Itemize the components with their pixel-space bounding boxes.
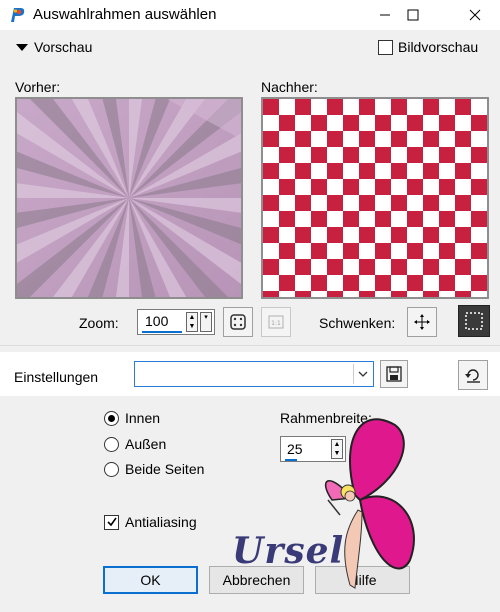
- radio-selected-dot: [108, 414, 115, 422]
- radio-innen-circle[interactable]: [104, 410, 119, 426]
- zoom-dropdown-arrow[interactable]: ▾: [200, 312, 212, 332]
- antialiasing-box[interactable]: [104, 514, 119, 530]
- cancel-button-label: Abbrechen: [222, 572, 291, 588]
- selection-preview-button[interactable]: [458, 305, 490, 337]
- zoom-label: Zoom:: [79, 315, 119, 331]
- checkmark-icon: [106, 517, 117, 527]
- move-icon: [414, 314, 430, 330]
- before-label: Vorher:: [15, 79, 61, 95]
- chevron-down-icon[interactable]: [353, 364, 371, 384]
- ok-button-label: OK: [140, 572, 161, 588]
- ok-button[interactable]: OK: [103, 566, 198, 594]
- fairy-watermark: [300, 400, 430, 605]
- reset-button[interactable]: [458, 360, 488, 390]
- radio-beide-label: Beide Seiten: [125, 461, 205, 477]
- save-preset-button[interactable]: [380, 360, 408, 388]
- zoom-input[interactable]: 100 ▲ ▼ ▾: [137, 309, 215, 335]
- settings-dropdown[interactable]: [134, 361, 374, 387]
- svg-text:1:1: 1:1: [271, 320, 281, 327]
- zoom-value[interactable]: 100: [145, 313, 168, 329]
- radial-gradient-image: [17, 99, 241, 297]
- bildvorschau-box[interactable]: [378, 39, 393, 55]
- signature-watermark: Ursel: [232, 530, 345, 572]
- radio-aussen-label: Außen: [125, 436, 167, 452]
- divider: [0, 345, 500, 346]
- zoom-fit-button[interactable]: [223, 307, 253, 337]
- save-icon: [386, 366, 402, 382]
- antialiasing-checkbox[interactable]: Antialiasing: [104, 514, 197, 530]
- bildvorschau-label: Bildvorschau: [398, 39, 479, 55]
- close-button[interactable]: [452, 0, 498, 30]
- zoom-progress: [142, 331, 182, 333]
- fairy-illustration: [324, 418, 415, 589]
- reset-icon: [465, 369, 480, 383]
- bildvorschau-checkbox[interactable]: Bildvorschau: [378, 39, 478, 55]
- radio-aussen[interactable]: Außen: [104, 436, 166, 452]
- radio-innen[interactable]: Innen: [104, 410, 160, 426]
- marquee-selection-icon: [465, 312, 483, 330]
- maximize-icon: [407, 9, 419, 21]
- radio-beide-seiten[interactable]: Beide Seiten: [104, 461, 204, 477]
- radio-aussen-circle[interactable]: [104, 436, 119, 452]
- pan-button[interactable]: [407, 307, 437, 337]
- maximize-button[interactable]: [390, 0, 436, 30]
- collapse-triangle-icon: [16, 43, 28, 51]
- pan-label: Schwenken:: [319, 315, 396, 331]
- after-label: Nachher:: [261, 79, 318, 95]
- preview-toggle[interactable]: Vorschau: [16, 39, 92, 55]
- app-icon: [8, 6, 26, 24]
- preview-toggle-label: Vorschau: [34, 39, 93, 55]
- actual-size-icon: 1:1: [268, 315, 284, 329]
- antialiasing-label: Antialiasing: [125, 514, 197, 530]
- zoom-spinner[interactable]: ▲ ▼: [186, 312, 198, 332]
- radio-innen-label: Innen: [125, 410, 161, 426]
- fit-window-icon: [230, 314, 246, 330]
- before-preview: [15, 97, 243, 299]
- radio-beide-circle[interactable]: [104, 461, 119, 477]
- checkerboard-image: [263, 99, 487, 297]
- actual-size-button[interactable]: 1:1: [261, 307, 291, 337]
- window-title: Auswahlrahmen auswählen: [33, 6, 217, 23]
- after-preview: [261, 97, 489, 299]
- settings-label: Einstellungen: [14, 369, 99, 385]
- width-progress: [285, 459, 297, 461]
- close-icon: [469, 9, 481, 21]
